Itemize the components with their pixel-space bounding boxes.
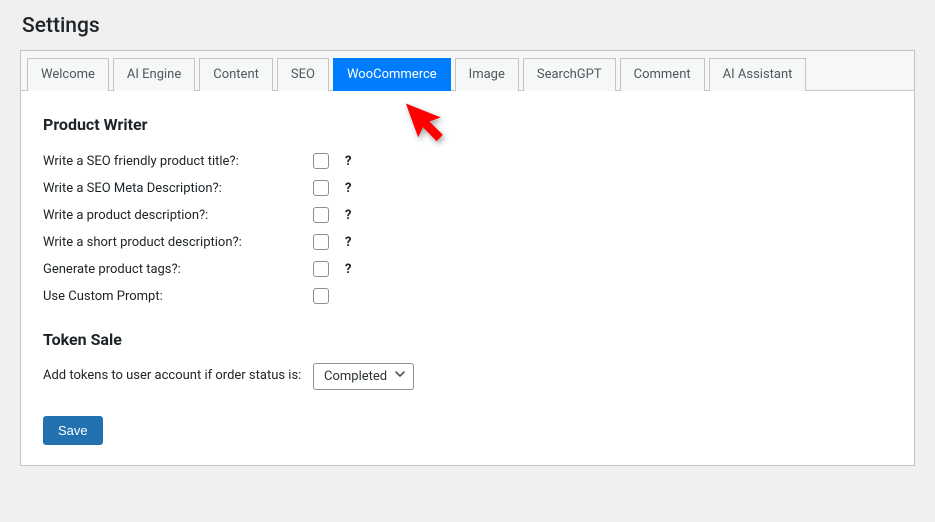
tab-ai-engine[interactable]: AI Engine	[113, 58, 195, 91]
field-order-status: Add tokens to user account if order stat…	[43, 363, 892, 390]
select-value: Completed	[324, 369, 387, 384]
checkbox-seo-meta[interactable]	[313, 180, 329, 196]
order-status-select[interactable]: Completed	[313, 363, 414, 390]
field-short-description: Write a short product description?: ?	[43, 229, 892, 256]
tab-ai-assistant[interactable]: AI Assistant	[709, 58, 807, 91]
page-title: Settings	[20, 0, 915, 50]
tabs-nav: Welcome AI Engine Content SEO WooCommerc…	[21, 51, 914, 91]
section-heading-token-sale: Token Sale	[43, 330, 892, 349]
tab-image[interactable]: Image	[455, 58, 519, 91]
save-button[interactable]: Save	[43, 416, 103, 445]
field-seo-title: Write a SEO friendly product title?: ?	[43, 148, 892, 175]
checkbox-custom-prompt[interactable]	[313, 288, 329, 304]
chevron-down-icon	[394, 368, 406, 384]
field-label: Generate product tags?:	[43, 262, 313, 277]
checkbox-short-description[interactable]	[313, 234, 329, 250]
field-label: Write a product description?:	[43, 208, 313, 223]
tab-seo[interactable]: SEO	[277, 58, 329, 91]
field-label: Add tokens to user account if order stat…	[43, 366, 313, 386]
tab-welcome[interactable]: Welcome	[27, 58, 109, 91]
field-label: Write a short product description?:	[43, 235, 313, 250]
field-product-tags: Generate product tags?: ?	[43, 256, 892, 283]
settings-panel: Welcome AI Engine Content SEO WooCommerc…	[20, 50, 915, 466]
tab-content[interactable]: Content	[199, 58, 273, 91]
field-label: Write a SEO friendly product title?:	[43, 154, 313, 169]
help-icon[interactable]: ?	[345, 154, 351, 169]
tab-content-woocommerce: Product Writer Write a SEO friendly prod…	[21, 91, 914, 465]
field-label: Write a SEO Meta Description?:	[43, 181, 313, 196]
help-icon[interactable]: ?	[345, 208, 351, 223]
tab-woocommerce[interactable]: WooCommerce	[333, 58, 451, 91]
help-icon[interactable]: ?	[345, 262, 351, 277]
checkbox-seo-title[interactable]	[313, 153, 329, 169]
field-product-description: Write a product description?: ?	[43, 202, 892, 229]
field-seo-meta: Write a SEO Meta Description?: ?	[43, 175, 892, 202]
section-heading-product-writer: Product Writer	[43, 115, 892, 134]
tab-comment[interactable]: Comment	[620, 58, 705, 91]
field-label: Use Custom Prompt:	[43, 289, 313, 304]
tab-searchgpt[interactable]: SearchGPT	[523, 58, 616, 91]
help-icon[interactable]: ?	[345, 181, 351, 196]
field-custom-prompt: Use Custom Prompt:	[43, 283, 892, 310]
help-icon[interactable]: ?	[345, 235, 351, 250]
checkbox-product-tags[interactable]	[313, 261, 329, 277]
checkbox-product-description[interactable]	[313, 207, 329, 223]
